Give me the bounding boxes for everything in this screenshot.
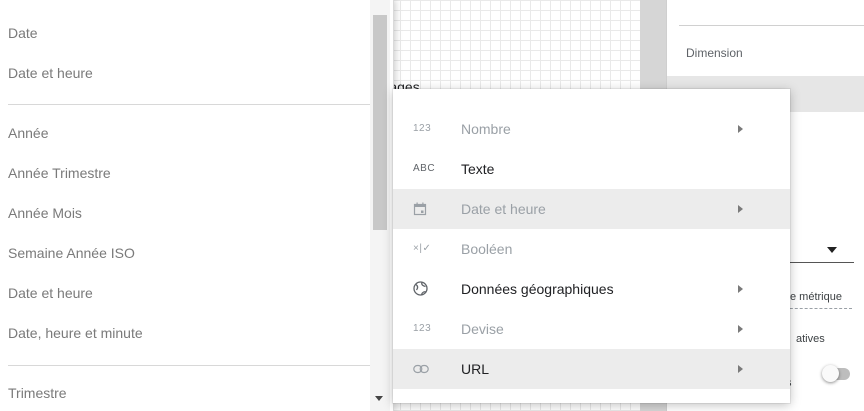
list-item[interactable]: Date [8, 25, 38, 41]
menu-item-texte[interactable]: ABC Texte [393, 149, 790, 189]
menu-item-date-et-heure[interactable]: Date et heure [393, 189, 790, 229]
list-item[interactable]: Année [8, 125, 48, 141]
menu-item-label: Devise [461, 321, 504, 337]
link-icon [413, 349, 441, 389]
text-icon: ABC [413, 163, 436, 174]
list-item[interactable]: Date, heure et minute [8, 325, 143, 341]
number-icon: 123 [413, 123, 432, 134]
toggle-knob[interactable] [822, 365, 839, 382]
submenu-arrow-icon [738, 125, 743, 133]
calendar-icon [413, 189, 441, 229]
relative-values-label: atives [796, 333, 825, 345]
menu-item-donnees-geographiques[interactable]: Données géographiques [393, 269, 790, 309]
list-item[interactable]: Date et heure [8, 285, 93, 301]
submenu-arrow-icon [738, 285, 743, 293]
list-item[interactable]: Année Trimestre [8, 165, 111, 181]
menu-item-url[interactable]: URL [393, 349, 790, 389]
menu-item-nombre[interactable]: 123 Nombre [393, 109, 790, 149]
dimension-label: Dimension [686, 46, 743, 60]
list-separator [8, 365, 370, 366]
scrollbar-thumb[interactable] [373, 15, 387, 230]
panel-divider [679, 25, 864, 26]
list-item[interactable]: Trimestre [8, 385, 67, 401]
submenu-arrow-icon [738, 205, 743, 213]
menu-item-booleen[interactable]: ×|✓ Booléen [393, 229, 790, 269]
dropdown-caret-icon[interactable] [827, 247, 837, 253]
menu-item-label: Données géographiques [461, 281, 614, 297]
submenu-arrow-icon [738, 365, 743, 373]
scroll-down-arrow-icon[interactable] [375, 396, 383, 401]
menu-item-label: Nombre [461, 121, 511, 137]
add-metric-link[interactable]: e métrique [790, 291, 842, 303]
menu-item-label: Texte [461, 161, 495, 177]
currency-icon: 123 [413, 323, 432, 334]
menu-item-label: Date et heure [461, 201, 546, 217]
date-type-list: Date Date et heure Année Année Trimestre… [0, 0, 394, 411]
globe-icon [413, 269, 441, 309]
metric-dashed-divider [780, 308, 852, 309]
menu-item-devise[interactable]: 123 Devise [393, 309, 790, 349]
field-type-menu: 123 Nombre ABC Texte Date et heure ×|✓ B… [393, 89, 790, 403]
toggle-switch[interactable] [822, 365, 850, 382]
submenu-arrow-icon [738, 325, 743, 333]
menu-item-label: Booléen [461, 241, 513, 257]
list-item[interactable]: Date et heure [8, 65, 93, 81]
boolean-icon: ×|✓ [413, 243, 432, 254]
list-item[interactable]: Année Mois [8, 205, 82, 221]
list-separator [8, 104, 370, 105]
list-item[interactable]: Semaine Année ISO [8, 245, 135, 261]
menu-item-label: URL [461, 361, 490, 377]
